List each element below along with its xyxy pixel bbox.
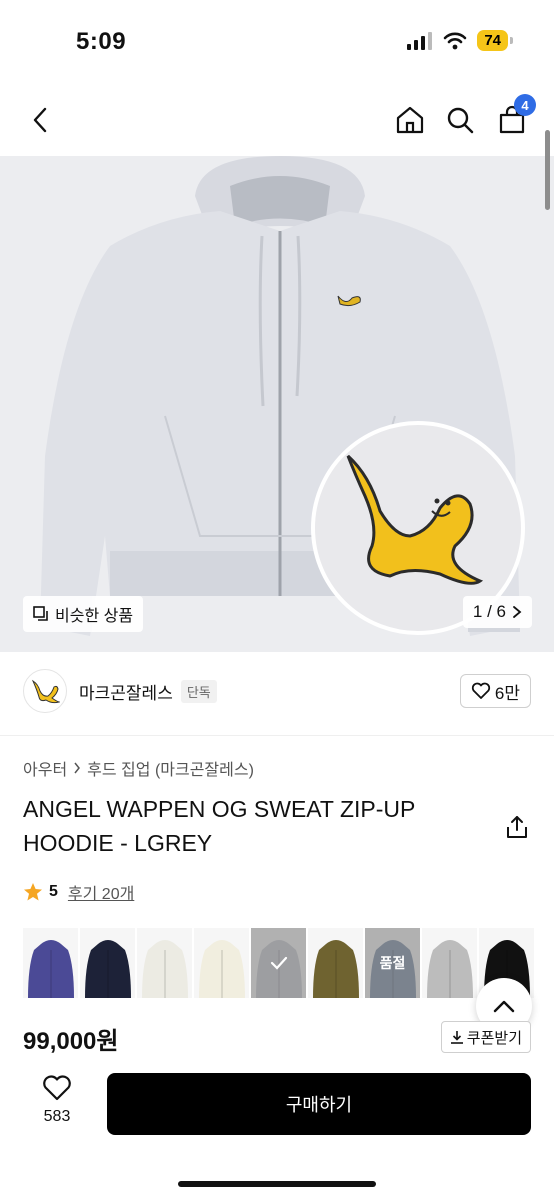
color-swatch[interactable] bbox=[80, 928, 135, 998]
angel-logo-icon bbox=[31, 679, 60, 704]
selected-check-icon bbox=[251, 928, 306, 998]
color-swatch[interactable] bbox=[194, 928, 249, 998]
home-icon bbox=[396, 106, 424, 134]
product-image-gallery[interactable]: 비슷한 상품 1 / 6 bbox=[0, 156, 554, 652]
search-icon bbox=[447, 107, 474, 134]
battery-indicator: 74 bbox=[477, 30, 513, 51]
buy-button[interactable]: 구매하기 bbox=[107, 1073, 531, 1135]
review-count-link[interactable]: 후기 20개 bbox=[68, 880, 134, 904]
status-bar: 5:09 74 bbox=[0, 0, 554, 84]
rating-score: 5 bbox=[49, 883, 58, 900]
brand-name[interactable]: 마크곤잘레스 bbox=[79, 679, 173, 704]
chevron-up-icon bbox=[493, 1000, 515, 1013]
hoodie-thumbnail bbox=[141, 940, 188, 998]
cart-count-badge: 4 bbox=[514, 94, 536, 116]
buy-button-label: 구매하기 bbox=[285, 1095, 353, 1115]
chevron-right-icon bbox=[74, 762, 81, 774]
rating-row: 5 후기 20개 bbox=[23, 880, 134, 904]
home-indicator bbox=[178, 1181, 376, 1187]
image-pager[interactable]: 1 / 6 bbox=[462, 596, 532, 628]
top-nav: 4 bbox=[0, 92, 554, 150]
hoodie-thumbnail bbox=[426, 940, 473, 998]
hoodie-thumbnail bbox=[198, 940, 245, 998]
brand-like-button[interactable]: 6만 bbox=[459, 674, 531, 708]
chevron-right-icon bbox=[513, 606, 522, 618]
color-swatch[interactable]: 품절 bbox=[365, 928, 420, 998]
signal-icon bbox=[407, 31, 433, 50]
brand-logo[interactable] bbox=[23, 669, 67, 713]
similar-products-label: 비슷한 상품 bbox=[55, 608, 134, 625]
product-price: 99,000원 bbox=[23, 1028, 119, 1055]
purchase-bar: 583 구매하기 bbox=[0, 1060, 554, 1200]
share-button[interactable] bbox=[504, 814, 532, 842]
back-button[interactable] bbox=[20, 100, 60, 140]
home-button[interactable] bbox=[390, 100, 430, 140]
breadcrumb: 아우터 후드 집업 (마크곤잘레스) bbox=[23, 756, 254, 780]
section-divider bbox=[0, 735, 554, 736]
search-button[interactable] bbox=[440, 100, 480, 140]
exclusive-badge: 단독 bbox=[180, 679, 217, 703]
wishlist-count: 583 bbox=[43, 1108, 71, 1125]
hoodie-thumbnail bbox=[84, 940, 131, 998]
status-icons: 74 bbox=[407, 30, 513, 51]
color-swatch[interactable] bbox=[137, 928, 192, 998]
share-icon bbox=[507, 816, 527, 838]
copy-icon bbox=[33, 606, 48, 621]
sold-out-overlay: 품절 bbox=[365, 928, 420, 998]
color-swatch[interactable] bbox=[422, 928, 477, 998]
color-swatch[interactable] bbox=[308, 928, 363, 998]
product-image bbox=[0, 156, 554, 652]
wishlist-button[interactable]: 583 bbox=[30, 1075, 84, 1126]
cart-button[interactable]: 4 bbox=[492, 94, 536, 140]
color-swatch-list: 품절 bbox=[23, 928, 534, 998]
heart-icon bbox=[43, 1075, 71, 1101]
download-icon bbox=[450, 1031, 463, 1044]
similar-products-button[interactable]: 비슷한 상품 bbox=[23, 596, 144, 632]
coupon-button[interactable]: 쿠폰받기 bbox=[440, 1021, 531, 1053]
star-icon bbox=[24, 883, 42, 901]
wifi-icon bbox=[444, 32, 467, 49]
coupon-label: 쿠폰받기 bbox=[466, 1029, 522, 1047]
chevron-left-icon bbox=[33, 107, 47, 133]
image-pager-text: 1 / 6 bbox=[472, 602, 506, 621]
brand-like-count: 6만 bbox=[494, 683, 520, 703]
color-swatch[interactable] bbox=[23, 928, 78, 998]
product-title: ANGEL WAPPEN OG SWEAT ZIP-UP HOODIE - LG… bbox=[23, 796, 415, 856]
scroll-indicator bbox=[545, 130, 550, 210]
hoodie-thumbnail bbox=[312, 940, 359, 998]
hoodie-thumbnail bbox=[27, 940, 74, 998]
breadcrumb-category[interactable]: 아우터 bbox=[23, 756, 67, 780]
color-swatch[interactable] bbox=[251, 928, 306, 998]
heart-icon bbox=[471, 682, 491, 699]
breadcrumb-subcategory[interactable]: 후드 집업 (마크곤잘레스) bbox=[87, 756, 254, 780]
status-time: 5:09 bbox=[76, 28, 127, 55]
brand-row: 마크곤잘레스 단독 6만 bbox=[23, 666, 531, 716]
